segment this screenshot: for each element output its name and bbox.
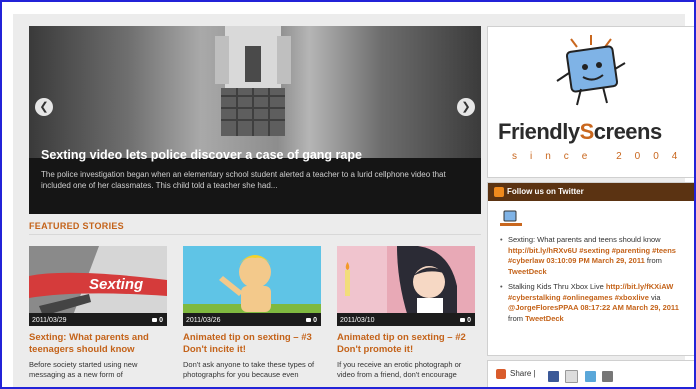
tweet-item: Stalking Kids Thru Xbox Live http://bit.… bbox=[500, 282, 690, 324]
story-thumbnail[interactable]: 2011/03/26 0 bbox=[183, 246, 321, 326]
twitter-avatar[interactable] bbox=[500, 209, 522, 229]
slider-title[interactable]: Sexting video lets police discover a cas… bbox=[41, 148, 362, 162]
story-card[interactable]: Sexting 2011/03/29 0 Sexting: What paren… bbox=[29, 246, 167, 380]
chevron-right-icon[interactable]: ❯ bbox=[457, 98, 475, 116]
story-title[interactable]: Animated tip on sexting – #3 Don't incit… bbox=[183, 332, 321, 356]
comment-icon bbox=[460, 318, 466, 323]
page-content: Sexting video lets police discover a cas… bbox=[13, 14, 694, 387]
email-icon[interactable] bbox=[565, 370, 579, 384]
logo-wordmark: FriendlyScreens bbox=[498, 119, 662, 144]
story-date: 2011/03/10 bbox=[340, 317, 375, 324]
comment-count: 0 bbox=[460, 317, 471, 324]
twitter-widget: Follow us on Twitter Sexting: What paren… bbox=[487, 182, 694, 356]
featured-slider[interactable]: Sexting video lets police discover a cas… bbox=[29, 26, 481, 214]
share-label[interactable]: Share | bbox=[510, 369, 536, 378]
story-date: 2011/03/26 bbox=[186, 317, 221, 324]
tweet-source-link[interactable]: TweetDeck bbox=[508, 267, 547, 276]
tweet-list: Sexting: What parents and teens should k… bbox=[500, 235, 690, 329]
divider bbox=[29, 234, 481, 235]
tweet-from-label: from bbox=[646, 256, 662, 265]
tweet-text: Stalking Kids Thru Xbox Live bbox=[508, 282, 604, 291]
logo-since: since 2004 bbox=[512, 151, 691, 162]
tweet-via-link[interactable]: @JorgeFloresPPAA 08:17:22 AM March 29, 2… bbox=[508, 303, 679, 312]
twitter-widget-header: Follow us on Twitter bbox=[488, 183, 694, 201]
story-thumbnail[interactable]: 2011/03/10 0 bbox=[337, 246, 475, 326]
share-bar: Share | bbox=[487, 360, 694, 387]
story-title[interactable]: Sexting: What parents and teenagers shou… bbox=[29, 332, 167, 356]
story-date: 2011/03/29 bbox=[32, 317, 67, 324]
slider-photo-figure bbox=[215, 26, 291, 136]
slider-image[interactable] bbox=[29, 26, 481, 158]
tweet-from-label: from bbox=[508, 313, 523, 323]
twitter-icon[interactable] bbox=[584, 371, 596, 383]
comment-count: 0 bbox=[152, 317, 163, 324]
chevron-left-icon[interactable]: ❮ bbox=[35, 98, 53, 116]
story-title[interactable]: Animated tip on sexting – #2 Don't promo… bbox=[337, 332, 475, 356]
comment-icon bbox=[306, 318, 312, 323]
facebook-icon[interactable] bbox=[548, 371, 559, 383]
twitter-widget-title[interactable]: Follow us on Twitter bbox=[507, 187, 584, 196]
logo-box[interactable]: FriendlyScreens since 2004 bbox=[487, 26, 694, 178]
tweet-text: Sexting: What parents and teens should k… bbox=[508, 235, 661, 244]
thumbnail-word: Sexting bbox=[89, 276, 144, 293]
tweet-item: Sexting: What parents and teens should k… bbox=[500, 235, 690, 277]
comment-count: 0 bbox=[306, 317, 317, 324]
browser-frame: Sexting video lets police discover a cas… bbox=[0, 0, 696, 389]
story-card[interactable]: 2011/03/26 0 Animated tip on sexting – #… bbox=[183, 246, 321, 380]
logo-monitor-icon bbox=[556, 35, 626, 106]
story-excerpt: Don't ask anyone to take these types of … bbox=[183, 360, 315, 379]
story-card[interactable]: 2011/03/10 0 Animated tip on sexting – #… bbox=[337, 246, 475, 380]
share-icon[interactable] bbox=[496, 369, 506, 379]
story-excerpt: Before society started using new messagi… bbox=[29, 360, 138, 379]
comment-icon bbox=[152, 318, 158, 323]
rss-icon bbox=[494, 187, 504, 197]
slider-description: The police investigation began when an e… bbox=[41, 170, 446, 190]
story-excerpt: If you receive an erotic photograph or v… bbox=[337, 360, 462, 379]
share-icons bbox=[548, 368, 615, 386]
tweet-source-link[interactable]: TweetDeck bbox=[525, 314, 564, 323]
featured-stories-heading: FEATURED STORIES bbox=[29, 221, 124, 231]
tweet-via-label: via bbox=[651, 292, 661, 302]
print-icon[interactable] bbox=[602, 371, 614, 383]
story-thumbnail[interactable]: Sexting 2011/03/29 0 bbox=[29, 246, 167, 326]
